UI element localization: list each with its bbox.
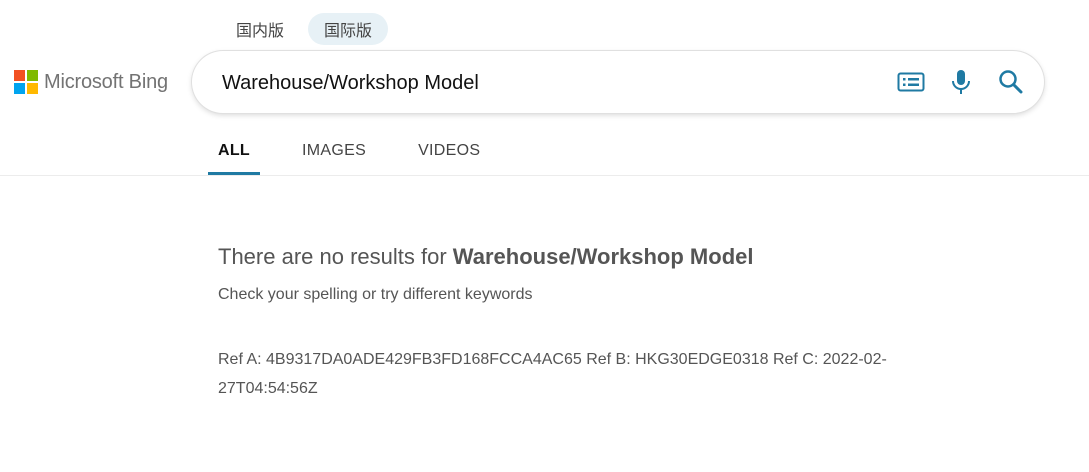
tab-images[interactable]: IMAGES xyxy=(292,126,376,175)
no-results-query: Warehouse/Workshop Model xyxy=(452,244,754,269)
search-actions xyxy=(896,67,1026,97)
no-results-prefix: There are no results for xyxy=(218,244,453,269)
no-results-message: There are no results for Warehouse/Works… xyxy=(218,244,753,270)
reference-info: Ref A: 4B9317DA0ADE429FB3FD168FCCA4AC65 … xyxy=(218,351,887,397)
keyboard-icon[interactable] xyxy=(896,67,926,97)
microphone-icon[interactable] xyxy=(946,67,976,97)
microsoft-logo-icon xyxy=(14,70,38,94)
search-box xyxy=(192,51,1044,113)
tab-videos[interactable]: VIDEOS xyxy=(408,126,490,175)
search-input[interactable] xyxy=(220,66,864,100)
tab-all[interactable]: ALL xyxy=(208,126,261,175)
brand-name: Microsoft Bing xyxy=(44,70,168,93)
header-divider xyxy=(0,175,1089,176)
region-tab-domestic[interactable]: 国内版 xyxy=(220,13,300,45)
search-icon[interactable] xyxy=(996,67,1026,97)
spelling-hint: Check your spelling or try different key… xyxy=(218,286,533,303)
scope-tabs: ALL IMAGES VIDEOS xyxy=(208,126,522,175)
region-tab-international[interactable]: 国际版 xyxy=(308,13,389,45)
bing-logo[interactable]: Microsoft Bing xyxy=(14,70,168,94)
region-tabs: 国内版 国际版 xyxy=(220,13,389,45)
